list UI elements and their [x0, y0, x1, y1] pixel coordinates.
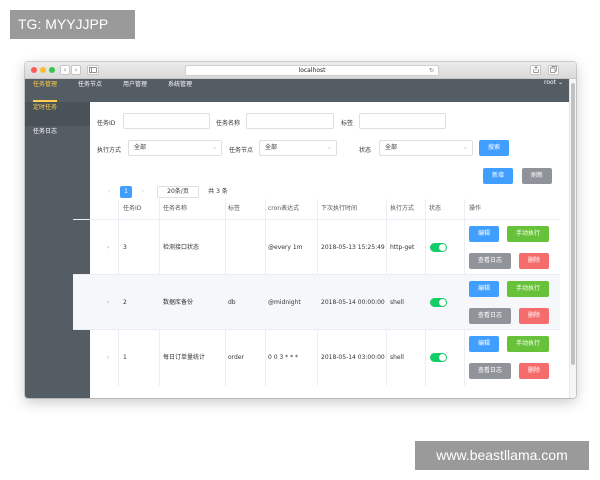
edit-button[interactable]: 编辑 [469, 226, 499, 242]
edit-button[interactable]: 编辑 [469, 281, 499, 297]
cell-exec-mode: shell [390, 299, 404, 306]
topnav-system-management[interactable]: 系统管理 [168, 79, 192, 102]
run-now-button[interactable]: 手动执行 [507, 336, 549, 352]
cell-tag: order [228, 354, 244, 361]
cell-next-run: 2018-05-13 15:25:49 [321, 244, 385, 251]
reload-icon[interactable]: ↻ [429, 66, 434, 76]
table-row: › 1 每日订单量统计 order 0 0 3 * * * 2018-05-14… [73, 329, 560, 384]
view-log-button[interactable]: 查看日志 [469, 363, 511, 379]
forward-icon[interactable]: › [71, 65, 81, 75]
delete-button[interactable]: 删除 [519, 253, 549, 269]
page-size-select[interactable]: 20条/页 [157, 186, 199, 198]
topnav-task-nodes[interactable]: 任务节点 [78, 79, 102, 102]
cell-task-name: 每日订单量统计 [163, 354, 206, 361]
header-actions: 操作 [469, 205, 482, 212]
share-icon[interactable] [530, 65, 541, 75]
status-switch[interactable] [430, 298, 447, 307]
topnav-user-management[interactable]: 用户管理 [123, 79, 147, 102]
header-status: 状态 [429, 205, 442, 212]
refresh-button[interactable]: 刷新 [522, 168, 552, 184]
view-log-button[interactable]: 查看日志 [469, 253, 511, 269]
table-row: › 2 数据库备份 db @midnight 2018-05-14 00:00:… [73, 274, 560, 329]
status-label: 状态 [359, 147, 372, 154]
chevron-down-icon: ⌄ [211, 144, 217, 151]
exec-mode-value: 全部 [134, 144, 147, 151]
cell-task-id: 3 [123, 244, 127, 251]
next-page-button[interactable]: › [137, 186, 149, 198]
header-cron: cron表达式 [268, 205, 300, 212]
exec-mode-label: 执行方式 [97, 147, 122, 154]
sidebar-toggle-icon[interactable] [87, 65, 99, 75]
edit-button[interactable]: 编辑 [469, 336, 499, 352]
add-task-button[interactable]: 新增 [483, 168, 513, 184]
cell-cron: 0 0 3 * * * [268, 354, 298, 361]
cell-next-run: 2018-05-14 03:00:00 [321, 354, 385, 361]
tabs-icon[interactable] [548, 65, 559, 75]
header-next-run: 下次执行时间 [321, 205, 358, 212]
cell-task-id: 2 [123, 299, 127, 306]
status-select[interactable]: 全部 ⌄ [379, 140, 473, 156]
vertical-scrollbar[interactable] [569, 79, 576, 398]
cell-next-run: 2018-05-14 00:00:00 [321, 299, 385, 306]
sidebar-item-task-logs[interactable]: 任务日志 [25, 126, 90, 150]
topnav-task-management[interactable]: 任务管理 [33, 79, 58, 102]
task-id-input[interactable] [123, 113, 210, 129]
cell-task-id: 1 [123, 354, 127, 361]
run-now-button[interactable]: 手动执行 [507, 281, 549, 297]
status-switch[interactable] [430, 353, 447, 362]
tag-input[interactable] [359, 113, 446, 129]
cell-cron: @midnight [268, 299, 301, 306]
delete-button[interactable]: 删除 [519, 363, 549, 379]
search-button[interactable]: 搜索 [479, 140, 509, 156]
sidebar-item-scheduled-tasks[interactable]: 定时任务 [25, 102, 90, 126]
address-bar[interactable]: localhost ↻ [185, 65, 439, 76]
task-node-select[interactable]: 全部 ⌄ [259, 140, 337, 156]
scrollbar-thumb[interactable] [571, 83, 575, 365]
close-window-icon[interactable] [31, 67, 37, 73]
url-text: localhost [298, 67, 326, 74]
minimize-window-icon[interactable] [40, 67, 46, 73]
header-exec-mode: 执行方式 [390, 205, 415, 212]
header-task-id: 任务ID [123, 205, 142, 212]
chevron-down-icon: ⌄ [462, 144, 468, 151]
task-name-input[interactable] [246, 113, 334, 129]
total-count: 共 3 条 [208, 188, 228, 195]
task-node-label: 任务节点 [229, 147, 254, 154]
browser-titlebar: ‹ › localhost ↻ [25, 62, 576, 79]
watermark-bottom: www.beastllama.com [415, 441, 589, 470]
tag-label: 标签 [341, 120, 354, 127]
watermark-top: TG: MYYJJPP [10, 10, 135, 39]
back-icon[interactable]: ‹ [60, 65, 70, 75]
page-1-button[interactable]: 1 [120, 186, 132, 198]
run-now-button[interactable]: 手动执行 [507, 226, 549, 242]
status-value: 全部 [385, 144, 398, 151]
cell-cron: @every 1m [268, 244, 303, 251]
user-menu[interactable]: root ⌄ [544, 79, 563, 86]
delete-button[interactable]: 删除 [519, 308, 549, 324]
maximize-window-icon[interactable] [49, 67, 55, 73]
top-navigation: 任务管理 任务节点 用户管理 系统管理 root ⌄ [25, 79, 569, 102]
exec-mode-select[interactable]: 全部 ⌄ [128, 140, 222, 156]
cell-task-name: 检测接口状态 [163, 244, 200, 251]
expand-row-icon[interactable]: › [107, 330, 109, 385]
header-task-name: 任务名称 [163, 205, 188, 212]
status-switch[interactable] [430, 243, 447, 252]
cell-exec-mode: shell [390, 354, 404, 361]
task-name-label: 任务名称 [216, 120, 241, 127]
screenshot: TG: MYYJJPP www.beastllama.com ‹ › local… [0, 0, 600, 480]
cell-exec-mode: http-get [390, 244, 415, 251]
header-tag: 标签 [228, 205, 241, 212]
cell-tag: db [228, 299, 236, 306]
cell-task-name: 数据库备份 [163, 299, 194, 306]
task-node-value: 全部 [265, 144, 278, 151]
view-log-button[interactable]: 查看日志 [469, 308, 511, 324]
chevron-down-icon: ⌄ [326, 144, 332, 151]
task-id-label: 任务ID [97, 120, 116, 127]
prev-page-button[interactable]: ‹ [103, 186, 115, 198]
expand-row-icon[interactable]: › [107, 220, 109, 275]
table-row: › 3 检测接口状态 @every 1m 2018-05-13 15:25:49… [73, 219, 560, 274]
expand-row-icon[interactable]: › [107, 275, 109, 330]
